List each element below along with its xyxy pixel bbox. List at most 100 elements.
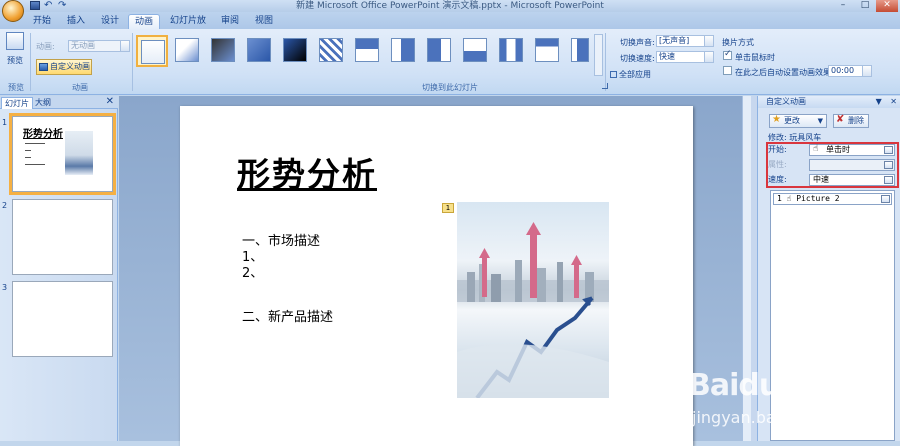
transition-speed-select[interactable]: 快速 xyxy=(656,51,714,63)
apply-all-label: 全部应用 xyxy=(619,70,651,79)
tab-review[interactable]: 审阅 xyxy=(218,14,242,29)
taskpane-header: 自定义动画 ▼ ✕ xyxy=(758,96,900,108)
slide-work-area: 形势分析 一、市场描述 1、 2、 二、新产品描述 1 xyxy=(119,96,751,446)
chevron-down-icon[interactable] xyxy=(881,195,890,203)
slides-panel: 幻灯片 大纲 ✕ 1 形势分析 2 3 xyxy=(0,96,118,441)
thumbnail-title: 形势分析 xyxy=(23,129,63,140)
slide-thumbnail-1[interactable]: 形势分析 xyxy=(9,113,116,195)
transition-sound-label: 切换声音: xyxy=(620,38,655,47)
preview-icon xyxy=(6,32,24,50)
dialog-launcher-icon[interactable] xyxy=(602,83,608,89)
push-down-icon xyxy=(535,38,559,62)
advance-title: 换片方式 xyxy=(722,38,754,47)
change-effect-label: 更改 xyxy=(784,116,800,125)
change-effect-button[interactable]: ★ 更改 ▼ xyxy=(769,114,827,128)
tab-animation[interactable]: 动画 xyxy=(128,14,160,29)
split-icon xyxy=(499,38,523,62)
transition-sound-select[interactable]: [无声音] xyxy=(656,35,714,47)
transition-fade[interactable] xyxy=(172,35,204,67)
tab-home[interactable]: 开始 xyxy=(30,14,54,29)
animation-select-value: 无动画 xyxy=(71,41,95,50)
custom-animation-button[interactable]: 自定义动画 xyxy=(36,59,92,75)
wipe-right-icon xyxy=(427,38,451,62)
push-left-icon xyxy=(571,38,589,62)
tab-design[interactable]: 设计 xyxy=(98,14,122,29)
transition-cut-black[interactable] xyxy=(280,35,312,67)
watermark-url: jingyan.baidu.com xyxy=(692,408,840,427)
slide-body-line[interactable]: 二、新产品描述 xyxy=(242,306,333,325)
tab-slideshow[interactable]: 幻灯片放映 xyxy=(166,14,210,40)
animation-select[interactable]: 无动画 xyxy=(68,40,130,52)
animation-list-item-label: 1 ☝ Picture 2 xyxy=(777,194,840,203)
chevron-down-icon xyxy=(704,36,713,46)
auto-advance-checkbox[interactable] xyxy=(723,66,732,75)
transition-wipe-right[interactable] xyxy=(424,35,456,67)
tab-view[interactable]: 视图 xyxy=(252,14,276,29)
transition-split[interactable] xyxy=(496,35,528,67)
slide-number: 3 xyxy=(2,283,8,292)
slide-thumbnail-3[interactable] xyxy=(12,281,113,357)
transition-wipe-down[interactable] xyxy=(352,35,384,67)
close-icon[interactable]: ✕ xyxy=(106,96,114,107)
group-divider xyxy=(30,33,31,91)
slide-body-line[interactable]: 2、 xyxy=(242,262,263,281)
custom-animation-icon xyxy=(39,63,48,71)
slide-number: 1 xyxy=(2,118,8,127)
taskpane-close-icon[interactable]: ✕ xyxy=(890,97,897,106)
animation-order-tag[interactable]: 1 xyxy=(442,203,454,213)
delete-effect-label: 删除 xyxy=(848,116,864,125)
watermark-brand: Baidu经验 xyxy=(688,368,838,403)
tab-slides[interactable]: 幻灯片 xyxy=(1,97,33,109)
tab-outline[interactable]: 大纲 xyxy=(32,97,54,109)
star-icon: ★ xyxy=(772,114,781,125)
transition-dissolve[interactable] xyxy=(316,35,348,67)
minimize-button[interactable]: – xyxy=(832,0,854,12)
slides-panel-tabs: 幻灯片 大纲 ✕ xyxy=(0,96,118,109)
city-arrow-illustration xyxy=(457,222,609,398)
title-bar: ↶ ↷ 新建 Microsoft Office PowerPoint 演示文稿.… xyxy=(0,0,900,12)
transition-fade-black[interactable] xyxy=(208,35,240,67)
dissolve-icon xyxy=(319,38,343,62)
cut-icon xyxy=(247,38,271,62)
baidu-watermark: Baidu经验 jingyan.baidu.com xyxy=(688,350,894,438)
transition-none-icon xyxy=(141,40,165,64)
chevron-down-icon xyxy=(704,52,713,62)
apply-all-icon xyxy=(610,71,617,78)
auto-advance-time-value: 00:00 xyxy=(831,66,855,75)
ribbon-tab-bar: 开始 插入 设计 动画 幻灯片放映 审阅 视图 xyxy=(0,12,900,40)
spinner-icon[interactable] xyxy=(862,66,871,76)
auto-advance-time[interactable]: 00:00 xyxy=(828,65,872,77)
maximize-button[interactable]: □ xyxy=(854,0,876,12)
wipe-left-icon xyxy=(391,38,415,62)
tab-insert[interactable]: 插入 xyxy=(64,14,88,29)
taskpane-title: 自定义动画 xyxy=(766,97,806,106)
taskpane-menu-icon[interactable]: ▼ xyxy=(876,97,882,106)
on-click-checkbox[interactable] xyxy=(723,49,732,60)
office-button[interactable] xyxy=(2,0,24,22)
slide-canvas[interactable]: 形势分析 一、市场描述 1、 2、 二、新产品描述 1 xyxy=(180,106,693,446)
animation-label: 动画: xyxy=(36,42,55,51)
transition-cut[interactable] xyxy=(244,35,276,67)
transition-wipe-up[interactable] xyxy=(460,35,492,67)
transition-wipe-left[interactable] xyxy=(388,35,420,67)
transition-none[interactable] xyxy=(136,35,168,67)
slide-title[interactable]: 形势分析 xyxy=(237,148,377,196)
slide-picture[interactable] xyxy=(457,202,609,398)
close-button[interactable]: ✕ xyxy=(876,0,898,12)
chevron-down-icon: ▼ xyxy=(817,117,823,125)
fade-black-icon xyxy=(211,38,235,62)
auto-advance-label: 在此之后自动设置动画效果: xyxy=(735,68,834,77)
slide-thumbnail-2[interactable] xyxy=(12,199,113,275)
group-label-animation: 动画 xyxy=(72,83,88,92)
cut-black-icon xyxy=(283,38,307,62)
preview-button[interactable]: 预览 xyxy=(4,32,26,66)
group-divider xyxy=(132,33,133,91)
transition-speed-value: 快速 xyxy=(659,52,675,61)
gallery-scrollbar[interactable] xyxy=(594,34,603,76)
animation-list-item[interactable]: 1 ☝ Picture 2 xyxy=(773,193,892,205)
apply-all-button[interactable]: 全部应用 xyxy=(610,69,651,80)
transition-push-down[interactable] xyxy=(532,35,564,67)
transition-speed-label: 切换速度: xyxy=(620,54,655,63)
custom-animation-label: 自定义动画 xyxy=(50,62,90,71)
delete-effect-button[interactable]: ✘ 删除 xyxy=(833,114,869,128)
